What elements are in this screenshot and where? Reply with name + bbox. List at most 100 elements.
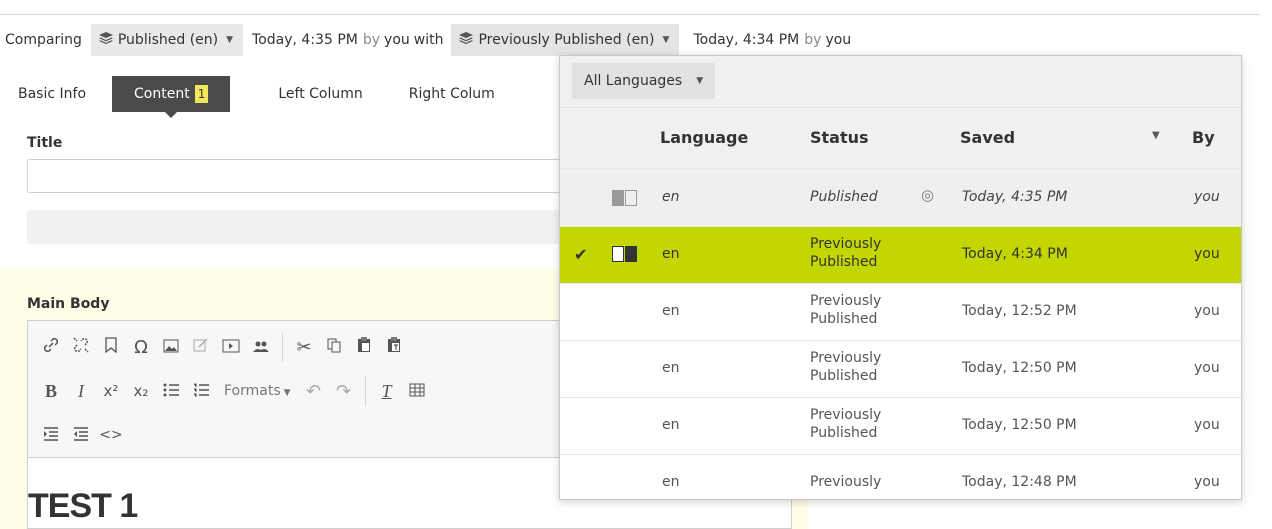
stack-icon (459, 32, 474, 48)
version-row[interactable]: ✔ en Previously Published Today, 4:34 PM you (560, 226, 1241, 283)
unlink-icon[interactable] (66, 336, 96, 359)
column-status[interactable]: Status (810, 128, 869, 147)
outdent-icon[interactable] (66, 425, 96, 446)
checkmark-icon: ✔ (574, 245, 588, 264)
right-user: you (825, 32, 852, 48)
by-label: by (804, 32, 822, 48)
row-language: en (662, 360, 680, 376)
row-by: you (1194, 474, 1220, 490)
current-version-icon: ◎ (921, 186, 935, 204)
row-saved: Today, 12:50 PM (962, 417, 1077, 433)
cut-icon[interactable]: ✂ (289, 337, 319, 358)
row-saved: Today, 12:48 PM (962, 474, 1077, 490)
left-version-label: Published (en) (117, 32, 219, 48)
indent-icon[interactable] (36, 425, 66, 446)
stack-icon (98, 32, 113, 48)
tab-left-column[interactable]: Left Column (230, 76, 380, 112)
left-version-dropdown[interactable]: Published (en) ▼ (90, 24, 244, 56)
clear-formatting-icon[interactable]: T (372, 381, 402, 402)
left-time: Today, 4:35 PM (252, 32, 358, 48)
toolbar-row: <> (36, 417, 126, 453)
versions-dropdown-panel: All Languages ▼ Language Status Saved ▼ … (559, 55, 1242, 500)
version-row[interactable]: en Previously Published Today, 12:50 PM you (560, 340, 1241, 397)
image-icon[interactable] (156, 337, 186, 358)
row-status: Previously (810, 293, 882, 309)
source-code-icon[interactable]: <> (96, 427, 126, 443)
row-by: you (1194, 417, 1220, 433)
toolbar-separator (282, 332, 283, 362)
row-language: en (662, 474, 680, 490)
row-status: Published (810, 189, 878, 205)
row-status: Previously (810, 474, 882, 490)
version-row[interactable]: en Published Today, 4:35 PM you ◎ (560, 168, 1241, 226)
toolbar-separator (364, 376, 366, 406)
subscript-icon[interactable]: x₂ (126, 382, 156, 400)
edit-image-icon[interactable] (186, 337, 216, 358)
table-icon[interactable] (402, 381, 432, 402)
paste-text-icon[interactable] (379, 336, 409, 358)
redo-icon[interactable]: ↷ (329, 381, 359, 402)
numbered-list-icon[interactable] (186, 381, 216, 402)
superscript-icon[interactable]: x² (96, 382, 126, 400)
bookmark-icon[interactable] (96, 336, 126, 358)
version-row[interactable]: en Previously Today, 12:48 PM you (560, 454, 1241, 499)
tab-label: Basic Info (18, 86, 87, 102)
undo-icon[interactable]: ↶ (299, 381, 329, 402)
version-row[interactable]: en Previously Published Today, 12:50 PM you (560, 397, 1241, 454)
tab-right-column[interactable]: Right Colum (381, 76, 513, 112)
tab-content[interactable]: Content 1 (112, 76, 231, 118)
row-by: you (1194, 303, 1220, 319)
change-count-badge: 1 (194, 85, 209, 103)
versions-table-header: Language Status Saved ▼ By (560, 108, 1241, 168)
panel-header: All Languages ▼ (560, 56, 1241, 108)
right-version-dropdown[interactable]: Previously Published (en) ▼ (451, 24, 680, 56)
tab-basic-info[interactable]: Basic Info (0, 76, 104, 112)
row-by: you (1194, 360, 1220, 376)
row-status-line2: Published (810, 425, 878, 441)
bold-icon[interactable]: B (36, 381, 66, 402)
compare-half (625, 246, 637, 262)
italic-icon[interactable]: I (66, 381, 96, 402)
left-user: you (384, 32, 410, 48)
column-language[interactable]: Language (660, 128, 748, 147)
toolbar-row: Ω ✂ (36, 329, 409, 365)
row-status-line2: Published (810, 254, 878, 270)
content-tabs: Basic Info Content 1 Left Column Right Co… (0, 76, 560, 118)
tab-label: Right Colum (408, 86, 495, 102)
main-body-label: Main Body (27, 296, 110, 312)
title-input[interactable] (27, 159, 587, 193)
compare-left-icon (612, 190, 637, 206)
paste-icon[interactable] (349, 336, 379, 358)
column-saved[interactable]: Saved (960, 128, 1015, 147)
special-character-icon[interactable]: Ω (126, 337, 156, 358)
row-language: en (662, 303, 680, 319)
compare-right-icon (612, 246, 637, 262)
row-saved: Today, 4:34 PM (962, 246, 1068, 262)
compare-half (625, 190, 637, 206)
sort-desc-icon[interactable]: ▼ (1152, 130, 1160, 141)
copy-icon[interactable] (319, 337, 349, 358)
caret-down-icon: ▼ (226, 35, 234, 45)
row-by: you (1194, 189, 1220, 205)
formats-dropdown[interactable]: Formats ▼ (216, 383, 299, 399)
language-filter-label: All Languages (584, 73, 683, 89)
row-saved: Today, 12:50 PM (962, 360, 1077, 376)
editor-heading[interactable]: TEST 1 (28, 487, 138, 526)
version-row[interactable]: en Previously Published Today, 12:52 PM you (560, 283, 1241, 340)
with-label: with (413, 32, 444, 48)
users-icon[interactable] (246, 337, 276, 358)
tab-label: Content (134, 86, 190, 102)
row-language: en (662, 246, 680, 262)
row-saved: Today, 12:52 PM (962, 303, 1077, 319)
compare-half (612, 246, 624, 262)
row-language: en (662, 417, 680, 433)
row-language: en (662, 189, 680, 205)
right-time: Today, 4:34 PM (693, 32, 800, 48)
media-icon[interactable] (216, 337, 246, 358)
column-by[interactable]: By (1192, 128, 1215, 147)
row-status-line2: Published (810, 311, 878, 327)
language-filter-dropdown[interactable]: All Languages ▼ (572, 63, 716, 99)
bullet-list-icon[interactable] (156, 381, 186, 402)
link-icon[interactable] (36, 336, 66, 359)
compare-half (612, 190, 624, 206)
